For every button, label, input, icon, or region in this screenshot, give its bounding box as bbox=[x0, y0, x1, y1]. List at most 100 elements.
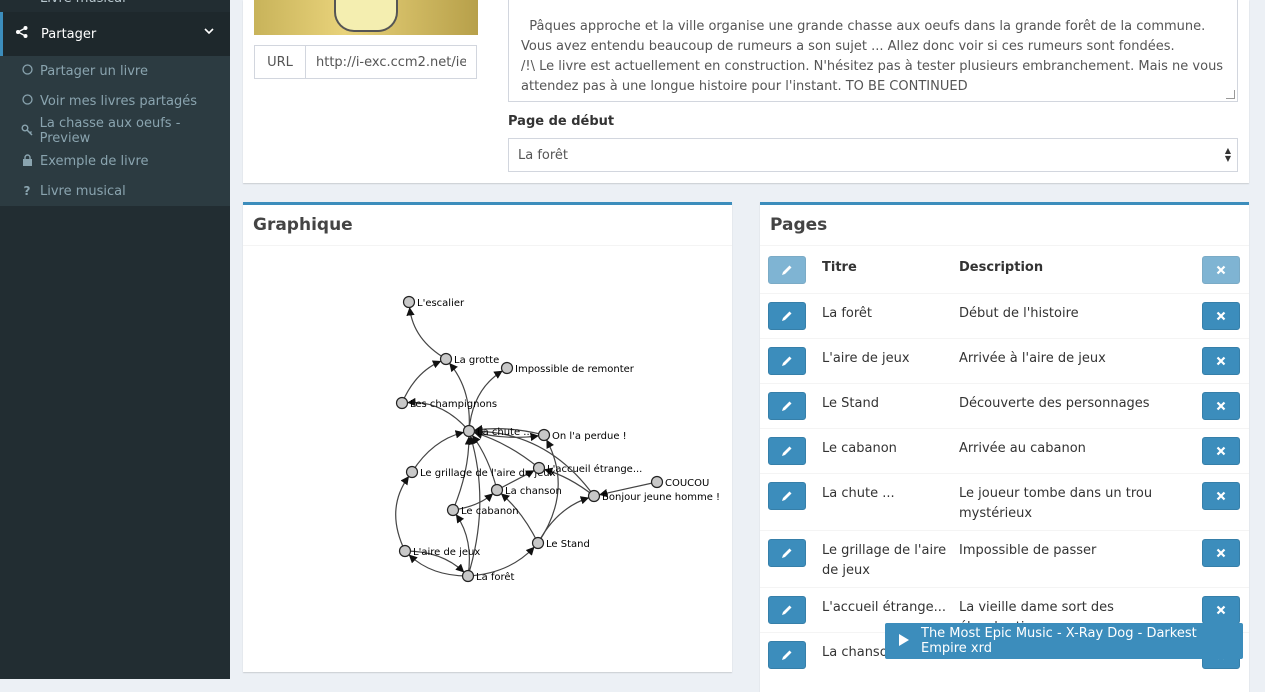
sidebar-item-partager-un-livre[interactable]: Partager un livre bbox=[0, 56, 230, 86]
graph-node-circle[interactable] bbox=[446, 503, 460, 517]
start-page-label: Page de début bbox=[508, 114, 615, 129]
divider bbox=[760, 245, 1249, 246]
sidebar-item-label: La chasse aux oeufs - Preview bbox=[39, 116, 181, 146]
pencil-icon bbox=[782, 446, 792, 456]
share-icon bbox=[16, 26, 30, 42]
table-row: Le Stand Découverte des personnages bbox=[760, 383, 1249, 428]
graph-edge bbox=[406, 307, 447, 360]
description-textarea[interactable]: Pâques approche et la ville organise une… bbox=[508, 0, 1238, 102]
select-arrows-icon: ▲ ▼ bbox=[1224, 146, 1231, 163]
graph-node[interactable]: Les champignons bbox=[395, 396, 498, 411]
pencil-icon bbox=[782, 356, 792, 366]
sidebar-item-voir-mes-livres[interactable]: Voir mes livres partagés bbox=[0, 86, 230, 116]
edit-all-button[interactable] bbox=[768, 256, 806, 284]
sidebar-item-partager[interactable]: Partager bbox=[0, 12, 230, 56]
graph-node[interactable]: La forêt bbox=[461, 569, 515, 584]
graph-node[interactable]: L'escalier bbox=[402, 295, 466, 310]
question-icon: ? bbox=[23, 184, 31, 198]
delete-page-button[interactable] bbox=[1202, 539, 1240, 567]
graph-node-circle[interactable] bbox=[532, 461, 546, 475]
sidebar-submenu: Partager un livre Voir mes livres partag… bbox=[0, 56, 230, 206]
delete-page-button[interactable] bbox=[1202, 302, 1240, 330]
sidebar-item-livre-musical[interactable]: ? Livre musical bbox=[0, 176, 230, 206]
graph-node-circle[interactable] bbox=[587, 489, 601, 503]
resize-handle[interactable] bbox=[1226, 90, 1235, 99]
graph-node-circle[interactable] bbox=[439, 352, 453, 366]
column-header-description: Description bbox=[959, 260, 1044, 275]
edit-page-button[interactable] bbox=[768, 641, 806, 669]
graph-node-circle[interactable] bbox=[500, 361, 514, 375]
page-title-cell: L'aire de jeux bbox=[822, 351, 910, 366]
play-icon[interactable] bbox=[899, 633, 909, 649]
page-description-cell: Découverte des personnages bbox=[959, 396, 1150, 411]
close-icon bbox=[1216, 491, 1226, 501]
edit-page-button[interactable] bbox=[768, 539, 806, 567]
pencil-icon bbox=[782, 605, 792, 615]
delete-page-button[interactable] bbox=[1202, 596, 1240, 624]
page-title-cell: L'accueil étrange... bbox=[822, 600, 946, 615]
table-row: La forêt Début de l'histoire bbox=[760, 293, 1249, 338]
graph-node-circle[interactable] bbox=[462, 424, 476, 438]
url-field[interactable] bbox=[306, 46, 476, 78]
graph-node-label: La forêt bbox=[476, 571, 515, 583]
graph-node-circle[interactable] bbox=[531, 536, 545, 550]
delete-page-button[interactable] bbox=[1202, 437, 1240, 465]
graph-node-circle[interactable] bbox=[490, 483, 504, 497]
graph-node-circle[interactable] bbox=[398, 544, 412, 558]
circle-icon bbox=[20, 64, 34, 78]
graph-node-label: Bonjour jeune homme ! bbox=[602, 492, 720, 503]
delete-all-button[interactable] bbox=[1202, 256, 1240, 284]
table-row: La chute ... Le joueur tombe dans un trou… bbox=[760, 473, 1249, 530]
graph-edge bbox=[401, 360, 442, 404]
edit-page-button[interactable] bbox=[768, 437, 806, 465]
graph-node[interactable]: Le cabanon bbox=[446, 503, 519, 518]
graph-node-label: Impossible de remonter bbox=[515, 364, 635, 375]
graph-node-circle[interactable] bbox=[402, 295, 416, 309]
sidebar-item-livre-musical-top[interactable]: Livre musical bbox=[0, 0, 230, 8]
graph-node-label: La chute ... bbox=[477, 427, 533, 438]
graph-node[interactable]: L'accueil étrange... bbox=[532, 461, 643, 476]
close-icon bbox=[1216, 401, 1226, 411]
edit-page-button[interactable] bbox=[768, 347, 806, 375]
key-icon bbox=[20, 124, 34, 139]
graph-node[interactable]: On l'a perdue ! bbox=[537, 428, 627, 443]
graph-edge bbox=[408, 554, 469, 577]
graph-node-label: Les champignons bbox=[410, 399, 497, 410]
graph-node[interactable]: La grotte bbox=[439, 352, 500, 367]
sidebar-item-chasse-aux-oeufs[interactable]: La chasse aux oeufs - Preview bbox=[0, 116, 230, 146]
edit-page-button[interactable] bbox=[768, 596, 806, 624]
close-icon bbox=[1216, 265, 1226, 275]
sidebar-item-label: Partager un livre bbox=[40, 63, 148, 79]
graph-node-circle[interactable] bbox=[650, 475, 664, 489]
page-title-cell: La forêt bbox=[822, 306, 873, 321]
graph-node-circle[interactable] bbox=[537, 428, 551, 442]
graph-node-circle[interactable] bbox=[461, 569, 475, 583]
delete-page-button[interactable] bbox=[1202, 347, 1240, 375]
page-title-cell: Le grillage de l'aire de jeux bbox=[822, 543, 947, 578]
graph-node[interactable]: La chute ... bbox=[462, 424, 533, 439]
graph-node-label: Le Stand bbox=[546, 539, 590, 550]
graph-node[interactable]: Impossible de remonter bbox=[500, 361, 635, 376]
graph-node-circle[interactable] bbox=[395, 396, 409, 410]
graph-node[interactable]: Le Stand bbox=[531, 536, 590, 551]
edit-page-button[interactable] bbox=[768, 392, 806, 420]
sidebar-item-exemple-de-livre[interactable]: Exemple de livre bbox=[0, 146, 230, 176]
sidebar-item-label: Voir mes livres partagés bbox=[40, 93, 198, 109]
graph-node-circle[interactable] bbox=[405, 465, 419, 479]
graph-node[interactable]: Bonjour jeune homme ! bbox=[587, 489, 721, 504]
graph-node[interactable]: COUCOU bbox=[650, 475, 710, 490]
graph-node-label: La grotte bbox=[454, 355, 499, 366]
delete-page-button[interactable] bbox=[1202, 482, 1240, 510]
edit-page-button[interactable] bbox=[768, 482, 806, 510]
graph-box: Graphique L'escalier La grotte Impossible … bbox=[243, 202, 732, 672]
table-row: Le grillage de l'aire de jeux Impossible … bbox=[760, 530, 1249, 587]
track-title: The Most Epic Music - X-Ray Dog - Darkes… bbox=[921, 626, 1197, 656]
edit-page-button[interactable] bbox=[768, 302, 806, 330]
start-page-select[interactable]: La forêt ▲ ▼ bbox=[508, 138, 1238, 172]
story-graph[interactable]: L'escalier La grotte Impossible de remonte… bbox=[243, 205, 732, 672]
music-player[interactable]: The Most Epic Music - X-Ray Dog - Darkes… bbox=[885, 623, 1243, 659]
description-text: Pâques approche et la ville organise une… bbox=[521, 19, 1224, 94]
delete-page-button[interactable] bbox=[1202, 392, 1240, 420]
pencil-icon bbox=[782, 265, 792, 275]
graph-edge bbox=[537, 496, 590, 544]
